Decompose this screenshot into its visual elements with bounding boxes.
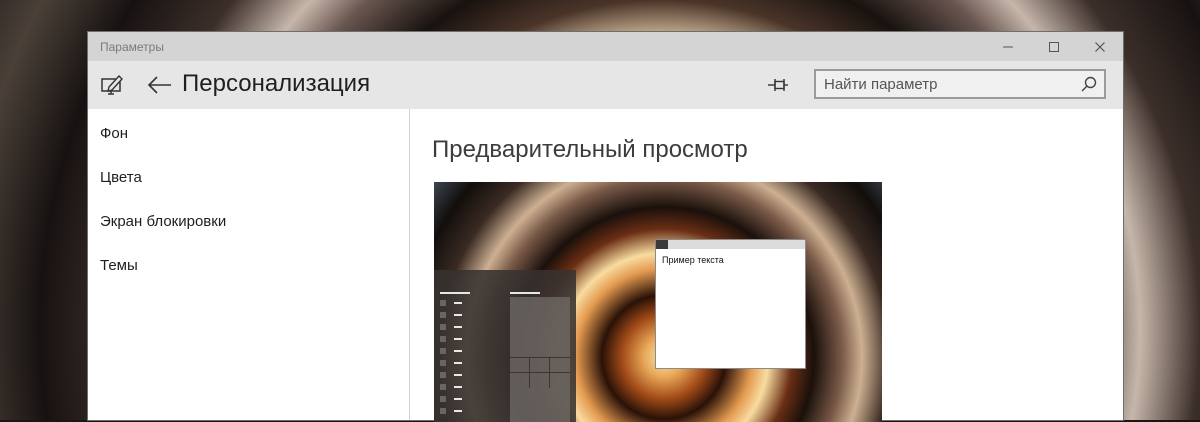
sidebar-item-colors[interactable]: Цвета	[100, 169, 142, 186]
sidebar-item-lock-screen[interactable]: Экран блокировки	[100, 213, 226, 230]
header-bar: Персонализация	[88, 61, 1123, 109]
preview-start-menu	[434, 270, 576, 422]
settings-pen-icon	[100, 73, 124, 97]
pin-button[interactable]	[766, 73, 792, 97]
caption-buttons	[985, 32, 1123, 61]
back-button[interactable]	[146, 73, 174, 97]
settings-window: Параметры Персонализация Найти параметр …	[88, 32, 1123, 422]
preview-image: Пример текста	[434, 182, 882, 422]
sample-text: Пример текста	[662, 255, 724, 265]
main-content: Предварительный просмотр Пример текста	[410, 109, 1123, 422]
close-icon	[1095, 41, 1105, 52]
search-box	[814, 69, 1106, 99]
window-title: Параметры	[100, 39, 164, 54]
sidebar: Фон Цвета Экран блокировки Темы	[88, 109, 410, 420]
preview-tiles	[510, 297, 570, 422]
page-title: Персонализация	[182, 70, 371, 97]
title-bar[interactable]: Параметры	[88, 32, 1123, 61]
preview-sample-window: Пример текста	[655, 239, 806, 369]
preview-heading: Предварительный просмотр	[432, 136, 748, 163]
close-button[interactable]	[1077, 32, 1123, 61]
maximize-icon	[1049, 41, 1059, 52]
minimize-icon	[1003, 46, 1013, 47]
search-icon[interactable]	[1080, 75, 1098, 93]
back-arrow-icon	[147, 76, 171, 94]
maximize-button[interactable]	[1031, 32, 1077, 61]
sidebar-item-background[interactable]: Фон	[100, 125, 128, 142]
minimize-button[interactable]	[985, 32, 1031, 61]
pin-icon	[768, 79, 788, 91]
sidebar-item-themes[interactable]: Темы	[100, 257, 138, 274]
search-input[interactable]	[816, 74, 1080, 94]
